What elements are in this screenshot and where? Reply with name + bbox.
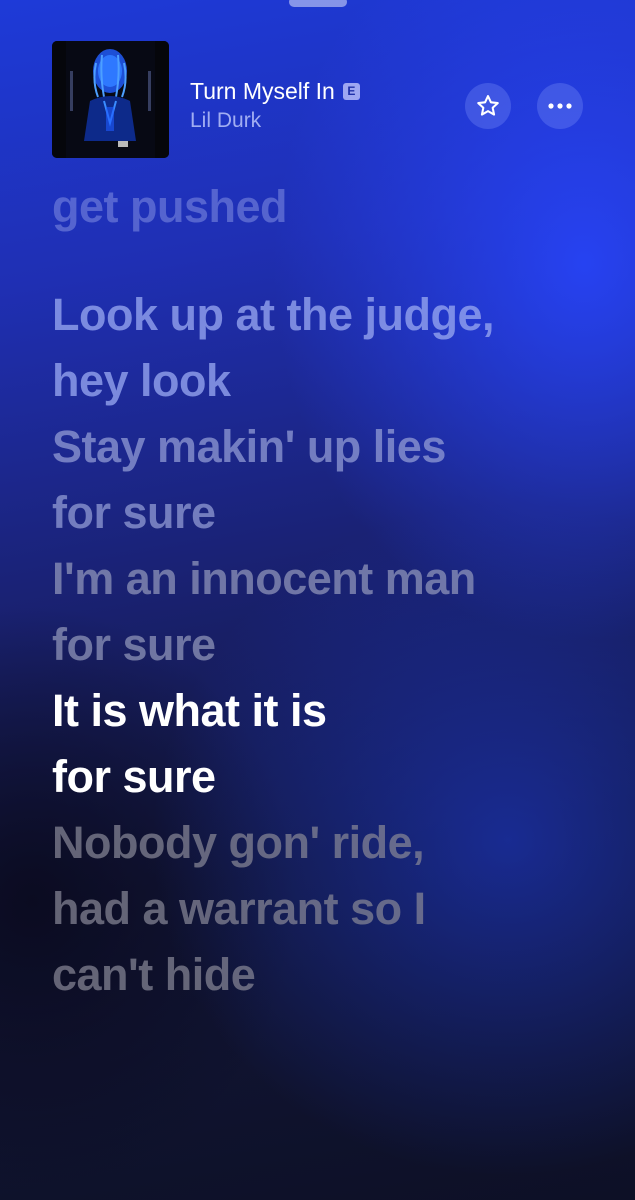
- lyric-text: for sure: [52, 619, 216, 670]
- lyric-text: had a warrant so I: [52, 883, 426, 934]
- lyric-line[interactable]: Stay makin' up lies for sure: [52, 414, 612, 546]
- lyric-line-current[interactable]: It is what it is for sure: [52, 678, 612, 810]
- lyric-text: hey look: [52, 355, 231, 406]
- lyric-text: It is what it is: [52, 685, 327, 736]
- lyric-text: can't hide: [52, 949, 256, 1000]
- lyric-text: Stay makin' up lies: [52, 421, 446, 472]
- lyrics-list: Look up at the judge, hey look Stay maki…: [52, 282, 612, 1008]
- lyric-text: I'm an innocent man: [52, 553, 476, 604]
- track-artist[interactable]: Lil Durk: [190, 108, 450, 134]
- explicit-badge: E: [342, 82, 360, 100]
- sheet-grabber[interactable]: [289, 0, 347, 7]
- track-info[interactable]: Turn Myself In E Lil Durk: [190, 77, 450, 134]
- favorite-button[interactable]: [465, 83, 511, 129]
- lyric-line[interactable]: Nobody gon' ride, had a warrant so I can…: [52, 810, 612, 1008]
- album-artwork[interactable]: [52, 41, 169, 158]
- lyric-text: Look up at the judge,: [52, 289, 494, 340]
- now-playing-header: Turn Myself In E Lil Durk: [52, 41, 592, 161]
- lyric-text: Nobody gon' ride,: [52, 817, 425, 868]
- track-title-row: Turn Myself In E: [190, 77, 450, 105]
- more-options-button[interactable]: [537, 83, 583, 129]
- lyric-text: for sure: [52, 487, 216, 538]
- ellipsis-icon: [548, 103, 572, 109]
- lyric-line[interactable]: Look up at the judge, hey look: [52, 282, 612, 414]
- lyric-line[interactable]: I'm an innocent man for sure: [52, 546, 612, 678]
- lyric-line-previous[interactable]: get pushed: [52, 178, 288, 236]
- track-title: Turn Myself In: [190, 78, 335, 104]
- lyric-text: for sure: [52, 751, 216, 802]
- star-icon: [477, 95, 499, 116]
